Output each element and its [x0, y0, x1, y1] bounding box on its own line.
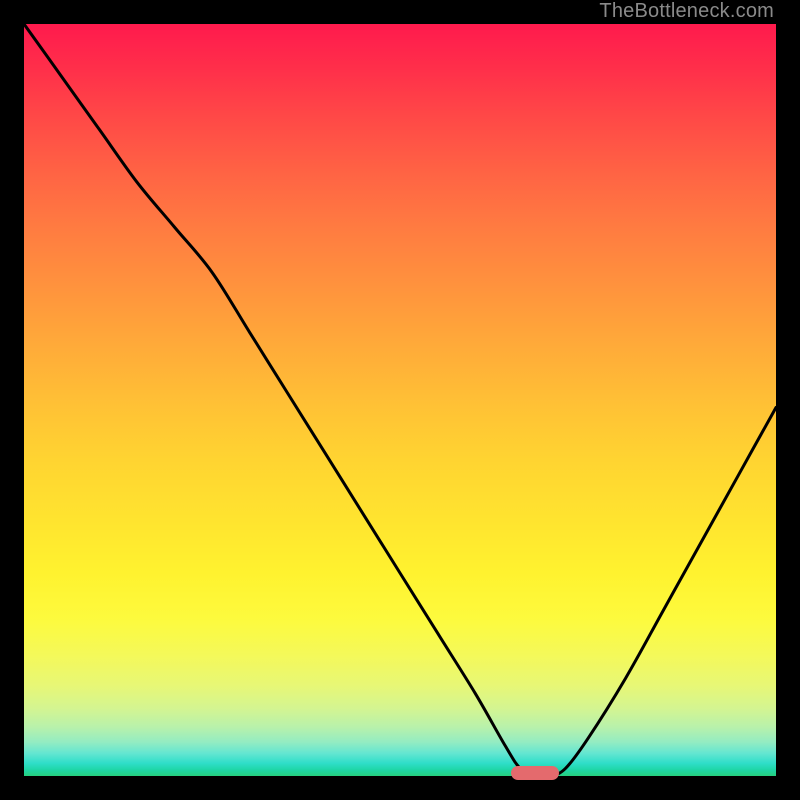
plot-area [24, 24, 776, 776]
optimal-indicator [511, 766, 559, 780]
curve-svg [24, 24, 776, 776]
chart-frame: TheBottleneck.com [0, 0, 800, 800]
bottleneck-curve [24, 24, 776, 776]
watermark-text: TheBottleneck.com [599, 0, 774, 23]
